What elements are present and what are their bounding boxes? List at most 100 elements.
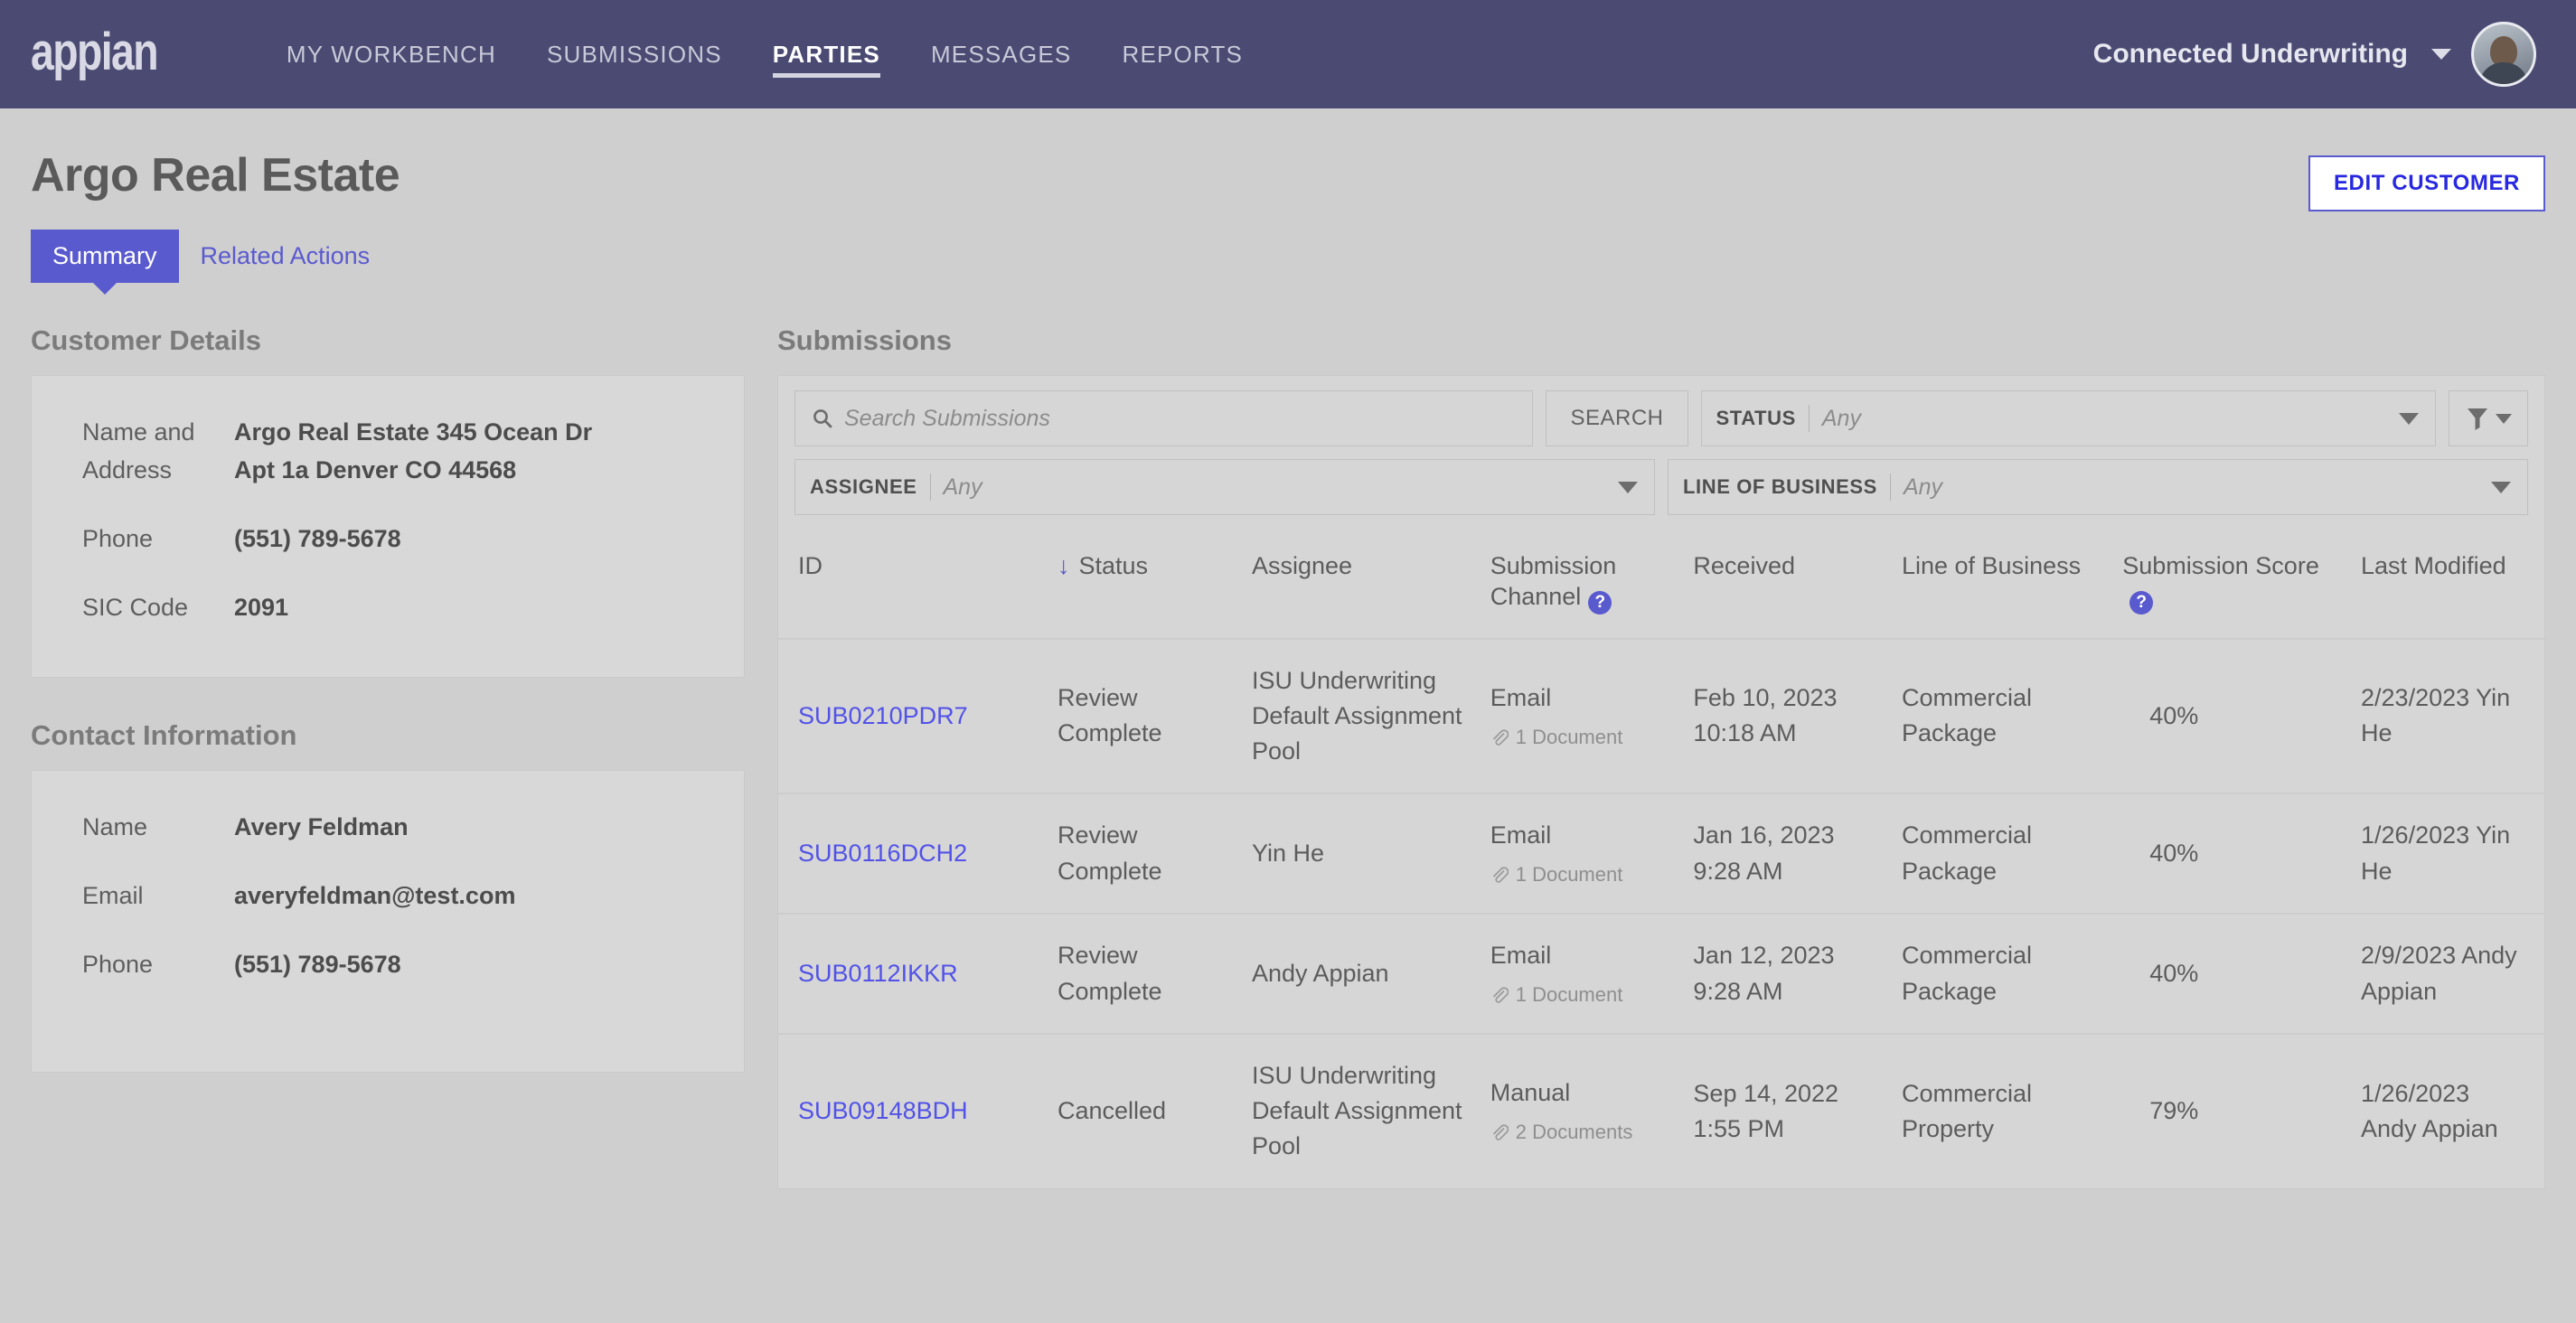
cell-status: Review Complete	[1047, 793, 1241, 915]
page-header: Argo Real Estate EDIT CUSTOMER Summary R…	[0, 108, 2576, 283]
column-header-submission-channel[interactable]: Submission Channel?	[1480, 531, 1683, 639]
paperclip-icon	[1492, 867, 1509, 883]
help-icon[interactable]: ?	[1588, 590, 1612, 615]
contact-information-heading: Contact Information	[31, 719, 297, 751]
field-contact-name: Name Avery Feldman	[82, 809, 693, 847]
chevron-down-icon[interactable]	[2399, 412, 2419, 425]
paperclip-icon	[1492, 987, 1509, 1003]
funnel-icon	[2467, 408, 2487, 430]
line-of-business-filter-value: Any	[1903, 474, 1943, 500]
document-count-label: 2 Documents	[1515, 1121, 1633, 1144]
filter-row-2: ASSIGNEE Any LINE OF BUSINESS Any	[794, 459, 2528, 515]
document-count-label: 1 Document	[1515, 725, 1623, 748]
cell-assignee: ISU Underwriting Default Assignment Pool	[1240, 1033, 1480, 1188]
cell-assignee: Andy Appian	[1240, 913, 1480, 1035]
column-header-status[interactable]: ↓ Status	[1047, 531, 1241, 639]
submission-id-link[interactable]: SUB0112IKKR	[798, 960, 958, 987]
channel-label: Email	[1490, 683, 1552, 711]
edit-customer-button[interactable]: EDIT CUSTOMER	[2308, 155, 2545, 211]
field-sic-code: SIC Code 2091	[82, 589, 693, 627]
cell-assignee: ISU Underwriting Default Assignment Pool	[1240, 637, 1480, 794]
nav-item-my-workbench[interactable]: MY WORKBENCH	[261, 0, 522, 108]
chevron-down-icon[interactable]	[1618, 481, 1638, 493]
field-name-and-address: Name and Address Argo Real Estate 345 Oc…	[82, 414, 693, 490]
assignee-filter-dropdown[interactable]: ASSIGNEE Any	[794, 459, 1655, 515]
document-count: 1 Document	[1490, 723, 1672, 752]
cell-received: Feb 10, 2023 10:18 AM	[1682, 637, 1891, 794]
search-icon	[813, 409, 832, 428]
field-value: 2091	[234, 593, 289, 621]
document-count: 1 Document	[1490, 981, 1672, 1009]
submissions-heading: Submissions	[777, 324, 952, 356]
field-value: (551) 789-5678	[234, 524, 401, 552]
assignee-filter-value: Any	[943, 474, 982, 500]
arrow-down-icon[interactable]: ↓	[1058, 552, 1070, 579]
table-row[interactable]: SUB0116DCH2 Review Complete Yin He Email…	[778, 793, 2544, 915]
channel-label: Email	[1490, 821, 1552, 849]
left-column: Customer Details Name and Address Argo R…	[31, 324, 745, 1073]
table-row[interactable]: SUB09148BDH Cancelled ISU Underwriting D…	[778, 1033, 2544, 1188]
channel-label: Manual	[1490, 1079, 1571, 1107]
cell-channel: Email 1 Document	[1479, 913, 1683, 1035]
filter-row-1: Search Submissions SEARCH STATUS Any	[794, 390, 2528, 446]
cell-received: Jan 16, 2023 9:28 AM	[1682, 793, 1891, 915]
table-header-row: ID ↓ Status Assignee Submission Channel? …	[778, 531, 2544, 639]
main-nav-links: MY WORKBENCH SUBMISSIONS PARTIES MESSAGE…	[261, 0, 1268, 108]
search-input[interactable]: Search Submissions	[794, 390, 1534, 446]
appian-logo[interactable]: appian	[31, 26, 159, 79]
column-header-status-label: Status	[1078, 552, 1149, 579]
document-count: 2 Documents	[1490, 1118, 1672, 1147]
contact-information-card: Name Avery Feldman Email averyfeldman@te…	[31, 770, 745, 1073]
paperclip-icon	[1492, 729, 1509, 746]
cell-submission-score: 79%	[2111, 1033, 2351, 1188]
tab-summary[interactable]: Summary	[31, 230, 179, 283]
column-header-assignee[interactable]: Assignee	[1241, 531, 1480, 639]
submissions-filters: Search Submissions SEARCH STATUS Any ASS…	[778, 376, 2544, 531]
account-menu[interactable]: Connected Underwriting	[2093, 22, 2545, 87]
column-header-line-of-business[interactable]: Line of Business	[1891, 531, 2111, 639]
submissions-panel: Search Submissions SEARCH STATUS Any ASS…	[777, 375, 2545, 1189]
top-navigation-bar: appian MY WORKBENCH SUBMISSIONS PARTIES …	[0, 0, 2576, 108]
table-row[interactable]: SUB0210PDR7 Review Complete ISU Underwri…	[778, 637, 2544, 794]
divider	[1889, 474, 1891, 501]
nav-item-parties[interactable]: PARTIES	[747, 0, 906, 108]
column-header-id[interactable]: ID	[778, 531, 1047, 639]
field-contact-email: Email averyfeldman@test.com	[82, 877, 693, 915]
submission-id-link[interactable]: SUB0210PDR7	[798, 702, 968, 729]
column-header-submission-score[interactable]: Submission Score?	[2111, 531, 2350, 639]
column-header-received[interactable]: Received	[1682, 531, 1891, 639]
submissions-table: ID ↓ Status Assignee Submission Channel? …	[778, 531, 2544, 1188]
page-tabs: Summary Related Actions	[31, 230, 2545, 283]
cell-line-of-business: Commercial Package	[1890, 637, 2112, 794]
search-placeholder: Search Submissions	[844, 405, 1050, 431]
field-value: Argo Real Estate 345 Ocean Dr Apt 1a Den…	[234, 418, 593, 483]
status-filter-dropdown[interactable]: STATUS Any	[1700, 390, 2436, 446]
field-label: SIC Code	[82, 593, 189, 621]
cell-received: Sep 14, 2022 1:55 PM	[1682, 1033, 1891, 1188]
line-of-business-filter-dropdown[interactable]: LINE OF BUSINESS Any	[1668, 459, 2528, 515]
chevron-down-icon[interactable]	[2431, 49, 2451, 60]
cell-received: Jan 12, 2023 9:28 AM	[1682, 913, 1891, 1035]
chevron-down-icon[interactable]	[2495, 413, 2512, 424]
table-row[interactable]: SUB0112IKKR Review Complete Andy Appian …	[778, 913, 2544, 1035]
help-icon[interactable]: ?	[2129, 590, 2154, 615]
avatar[interactable]	[2471, 22, 2536, 87]
submission-id-link[interactable]: SUB09148BDH	[798, 1097, 968, 1124]
nav-item-submissions[interactable]: SUBMISSIONS	[522, 0, 747, 108]
chevron-down-icon[interactable]	[2491, 481, 2511, 493]
tab-related-actions[interactable]: Related Actions	[179, 230, 392, 283]
account-name-label: Connected Underwriting	[2092, 39, 2408, 69]
nav-item-reports[interactable]: REPORTS	[1096, 0, 1268, 108]
cell-last-modified: 1/26/2023 Andy Appian	[2350, 1033, 2544, 1188]
submission-id-link[interactable]: SUB0116DCH2	[798, 840, 967, 867]
field-label: Phone	[82, 950, 154, 978]
customer-details-heading: Customer Details	[31, 324, 261, 356]
search-button[interactable]: SEARCH	[1546, 390, 1688, 446]
cell-line-of-business: Commercial Package	[1890, 913, 2112, 1035]
page-content: Customer Details Name and Address Argo R…	[0, 324, 2576, 1189]
column-header-last-modified[interactable]: Last Modified	[2350, 531, 2544, 639]
field-phone: Phone (551) 789-5678	[82, 521, 693, 558]
filter-options-button[interactable]	[2449, 390, 2528, 446]
nav-item-messages[interactable]: MESSAGES	[906, 0, 1097, 108]
cell-assignee: Yin He	[1240, 793, 1480, 915]
